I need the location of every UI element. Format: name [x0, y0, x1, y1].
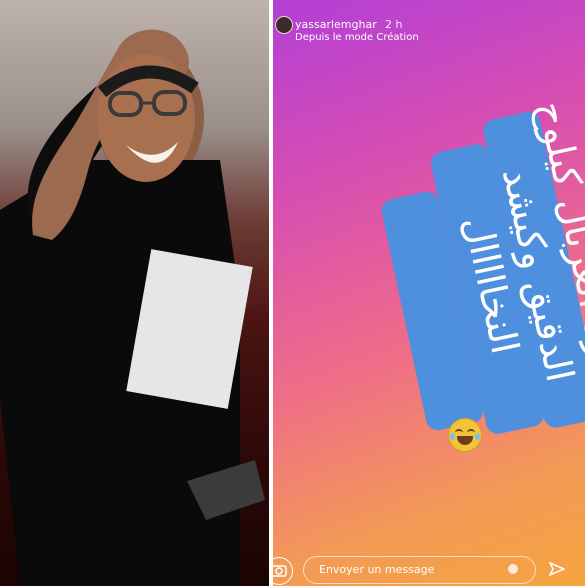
send-icon[interactable] [549, 562, 565, 576]
more-options-icon[interactable] [508, 564, 518, 574]
message-input[interactable]: Envoyer un message [303, 556, 536, 584]
text-sticker: شطارة الغربال كيلوح الدقيق وكيشد النخااا… [288, 84, 585, 496]
camera-icon[interactable] [273, 557, 293, 585]
story-arabic-text: شطارة الغربال كيلوح الدقيق وكيشد النخااا… [455, 96, 585, 434]
avatar-icon[interactable] [275, 16, 293, 34]
message-placeholder: Envoyer un message [319, 563, 435, 576]
story-source: Depuis le mode Création [295, 32, 419, 43]
laughing-emoji-icon [448, 418, 482, 452]
camera-icon-glyph [273, 565, 287, 577]
portrait-photo [0, 0, 269, 586]
story-username[interactable]: yassarlemghar [295, 18, 377, 31]
story-header: yassarlemghar 2 h Depuis le mode Créatio… [273, 8, 585, 48]
emoji-mouth [457, 436, 473, 445]
emoji-tear [475, 433, 480, 440]
story-time: 2 h [385, 18, 403, 31]
story-footer: Envoyer un message [273, 548, 585, 586]
instagram-story: yassarlemghar 2 h Depuis le mode Créatio… [273, 0, 585, 586]
emoji-tear [450, 433, 455, 440]
